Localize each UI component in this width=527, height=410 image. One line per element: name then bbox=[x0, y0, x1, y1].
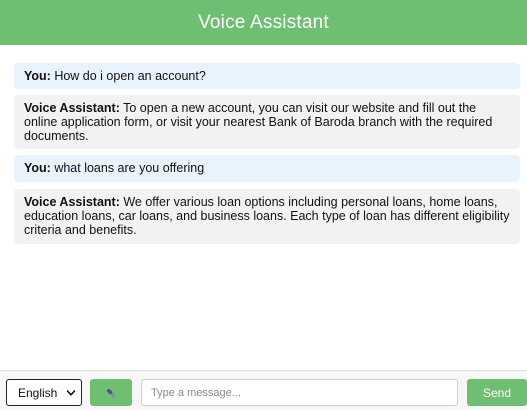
message-text: How do i open an account? bbox=[50, 69, 206, 83]
page-title: Voice Assistant bbox=[198, 11, 329, 33]
message-input[interactable] bbox=[141, 379, 458, 406]
message-speaker: You: bbox=[24, 69, 51, 83]
chevron-down-icon bbox=[66, 390, 76, 396]
message-text: what loans are you offering bbox=[50, 161, 205, 175]
chat-message-user: You: what loans are you offering bbox=[14, 155, 520, 182]
microphone-button[interactable] bbox=[90, 379, 132, 406]
microphone-icon bbox=[106, 388, 116, 398]
input-bar: English Send bbox=[0, 370, 527, 410]
language-selected-value: English bbox=[18, 385, 58, 400]
chat-message-assistant: Voice Assistant: To open a new account, … bbox=[14, 95, 520, 149]
chat-log: You: How do i open an account? Voice Ass… bbox=[0, 45, 527, 370]
language-select[interactable]: English bbox=[6, 379, 82, 406]
app-header: Voice Assistant bbox=[0, 0, 527, 45]
chat-message-user: You: How do i open an account? bbox=[14, 63, 520, 89]
message-speaker: Voice Assistant: bbox=[24, 101, 120, 115]
send-button[interactable]: Send bbox=[467, 379, 527, 406]
message-speaker: You: bbox=[24, 161, 51, 175]
message-speaker: Voice Assistant: bbox=[24, 195, 120, 209]
chat-message-assistant: Voice Assistant: We offer various loan o… bbox=[14, 189, 520, 244]
